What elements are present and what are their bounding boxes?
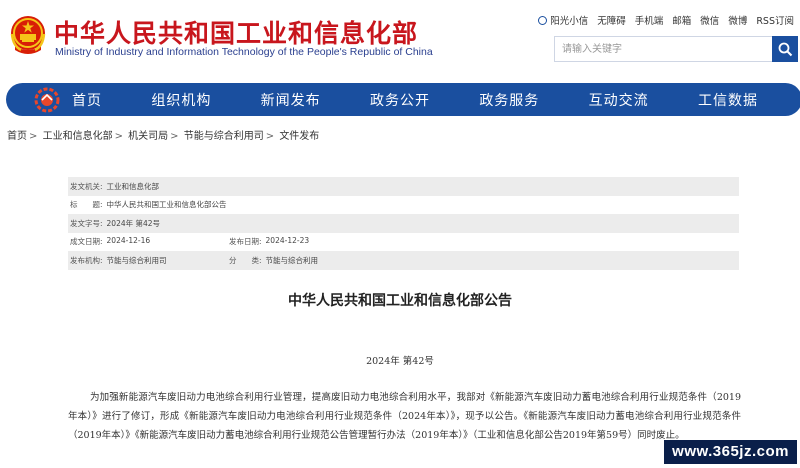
toplink-wechat[interactable]: 微信 bbox=[700, 13, 719, 27]
document-metadata: 发文机关: 工业和信息化部 标 题: 中华人民共和国工业和信息化部公告 发文字号: 2… bbox=[68, 177, 739, 270]
watermark: www.365jz.com bbox=[664, 440, 797, 464]
nav-data[interactable]: 工信数据 bbox=[698, 90, 758, 110]
search-button[interactable] bbox=[772, 36, 798, 62]
meta-row-number: 发文字号: 2024年 第42号 bbox=[68, 214, 739, 233]
meta-number: 2024年 第42号 bbox=[106, 218, 161, 228]
meta-row-org: 发布机构: 节能与综合利用司 分 类: 节能与综合利用 bbox=[68, 251, 739, 270]
meta-row-title: 标 题: 中华人民共和国工业和信息化部公告 bbox=[70, 200, 227, 210]
breadcrumb-ministry[interactable]: 工业和信息化部 bbox=[43, 131, 113, 142]
meta-row-issuer: 发文机关: 工业和信息化部 bbox=[68, 177, 739, 196]
sunshine-icon bbox=[538, 16, 548, 25]
nav-home[interactable]: 首页 bbox=[72, 90, 102, 110]
top-links: 阳光小信 无障碍 手机端 邮箱 微信 微博 RSS订阅 bbox=[538, 13, 794, 27]
document-title: 中华人民共和国工业和信息化部公告 bbox=[288, 293, 512, 309]
miit-logo-icon[interactable] bbox=[32, 85, 62, 115]
search-box bbox=[554, 36, 798, 62]
meta-title: 中华人民共和国工业和信息化部公告 bbox=[106, 200, 227, 210]
toplink-sunshine[interactable]: 阳光小信 bbox=[538, 13, 588, 27]
breadcrumb-home[interactable]: 首页 bbox=[7, 131, 27, 142]
meta-org: 节能与综合利用司 bbox=[106, 255, 167, 265]
nav-news[interactable]: 新闻发布 bbox=[261, 90, 321, 110]
nav-government-affairs[interactable]: 政务公开 bbox=[370, 90, 430, 110]
meta-issuer: 工业和信息化部 bbox=[106, 181, 160, 191]
document-body: 为加强新能源汽车废旧动力电池综合利用行业管理，提高废旧动力电池综合利用水平，我部… bbox=[68, 392, 741, 441]
search-input[interactable] bbox=[554, 36, 772, 62]
header: 中华人民共和国工业和信息化部 Ministry of Industry and … bbox=[0, 0, 800, 78]
toplink-mobile[interactable]: 手机端 bbox=[635, 13, 664, 27]
breadcrumb-documents[interactable]: 文件发布 bbox=[279, 131, 319, 142]
meta-row-dates: 成文日期: 2024-12-16 发布日期: 2024-12-23 bbox=[70, 236, 310, 247]
document-number: 2024年 第42号 bbox=[366, 356, 434, 367]
nav-organization[interactable]: 组织机构 bbox=[151, 90, 211, 110]
search-icon bbox=[778, 42, 792, 56]
toplink-mail[interactable]: 邮箱 bbox=[672, 13, 691, 27]
toplink-accessibility[interactable]: 无障碍 bbox=[597, 13, 626, 27]
national-emblem-icon[interactable] bbox=[9, 14, 47, 56]
meta-created-date: 2024-12-16 bbox=[106, 236, 151, 246]
breadcrumb: 首页 > 工业和信息化部 > 机关司局 > 节能与综合利用司 > 文件发布 bbox=[7, 131, 320, 142]
toplink-weibo[interactable]: 微博 bbox=[728, 13, 747, 27]
site-subtitle: Ministry of Industry and Information Tec… bbox=[55, 46, 433, 58]
nav-services[interactable]: 政务服务 bbox=[479, 90, 539, 110]
meta-category: 节能与综合利用 bbox=[265, 255, 319, 265]
meta-published-date: 2024-12-23 bbox=[265, 236, 310, 246]
nav-interaction[interactable]: 互动交流 bbox=[589, 90, 649, 110]
breadcrumb-energy-dept[interactable]: 节能与综合利用司 bbox=[184, 131, 264, 142]
toplink-rss[interactable]: RSS订阅 bbox=[756, 13, 794, 27]
site-title[interactable]: 中华人民共和国工业和信息化部 bbox=[54, 14, 418, 50]
breadcrumb-departments[interactable]: 机关司局 bbox=[128, 131, 168, 142]
main-nav: 首页 组织机构 新闻发布 政务公开 政务服务 互动交流 工信数据 bbox=[6, 83, 800, 116]
